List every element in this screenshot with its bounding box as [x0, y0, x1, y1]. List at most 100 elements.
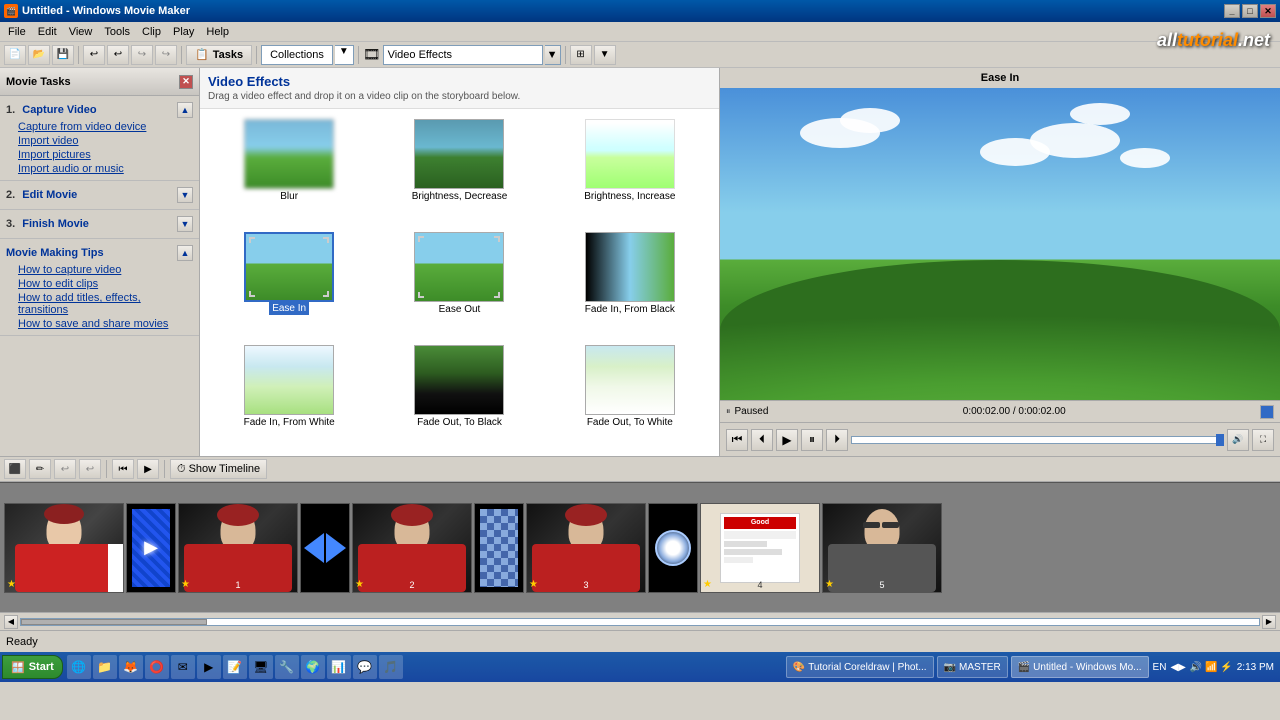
capture-video-header[interactable]: 1. Capture Video ▲ [6, 100, 193, 120]
minimize-button[interactable]: _ [1224, 4, 1240, 18]
storyboard-clip-5[interactable]: ★ 5 [822, 503, 942, 593]
scroll-track[interactable] [20, 618, 1260, 626]
quicklaunch-misc5[interactable]: 📊 [327, 655, 351, 679]
storyboard-btn-redo[interactable]: ↩ [79, 459, 101, 479]
pause-button[interactable]: ⏸ [801, 429, 823, 451]
view-btn-2[interactable]: ▼ [594, 45, 616, 65]
import-audio-link[interactable]: Import audio or music [6, 162, 193, 176]
scroll-right-btn[interactable]: ▶ [1262, 615, 1276, 629]
menu-file[interactable]: File [2, 24, 32, 40]
storyboard-clip-3[interactable]: ★ 3 [526, 503, 646, 593]
storyboard-btn-play[interactable]: ▶ [137, 459, 159, 479]
storyboard-clip-1[interactable]: ★ 1 [178, 503, 298, 593]
prev-frame-button[interactable]: ⏴ [751, 429, 773, 451]
storyboard-btn-2[interactable]: ✏ [29, 459, 51, 479]
effect-fadeout-to-white[interactable]: Fade Out, To White [549, 343, 711, 448]
titlebar-controls[interactable]: _ □ ✕ [1224, 4, 1276, 18]
undo2-button[interactable]: ↩ [107, 45, 129, 65]
quicklaunch-folder[interactable]: 📁 [93, 655, 117, 679]
quicklaunch-firefox[interactable]: 🦊 [119, 655, 143, 679]
preview-expand-btn[interactable] [1260, 405, 1274, 419]
menu-tools[interactable]: Tools [98, 24, 136, 40]
effect-blur[interactable]: Blur [208, 117, 370, 222]
movie-tasks-close[interactable]: ✕ [179, 75, 193, 89]
redo2-button[interactable]: ↪ [155, 45, 177, 65]
capture-from-device-link[interactable]: Capture from video device [6, 120, 193, 134]
scroll-thumb[interactable] [21, 619, 207, 625]
tips-arrow[interactable]: ▲ [177, 245, 193, 261]
menu-help[interactable]: Help [200, 24, 235, 40]
seek-thumb[interactable] [1216, 434, 1224, 446]
menu-view[interactable]: View [63, 24, 99, 40]
effect-ease-out[interactable]: Ease Out [378, 230, 540, 335]
edit-movie-header[interactable]: 2. Edit Movie ▼ [6, 185, 193, 205]
view-btn-1[interactable]: ⊞ [570, 45, 592, 65]
menu-edit[interactable]: Edit [32, 24, 63, 40]
transition-1[interactable]: ▶ [126, 503, 176, 593]
import-video-link[interactable]: Import video [6, 134, 193, 148]
seek-bar[interactable] [851, 436, 1224, 444]
transition-4[interactable] [648, 503, 698, 593]
taskbar-app-moviemaker[interactable]: 🎬 Untitled - Windows Mo... [1011, 656, 1149, 678]
tip-capture-link[interactable]: How to capture video [6, 263, 193, 277]
effect-fade-from-white[interactable]: Fade In, From White [208, 343, 370, 448]
effect-brightness-increase[interactable]: Brightness, Increase [549, 117, 711, 222]
menu-play[interactable]: Play [167, 24, 200, 40]
quicklaunch-misc2[interactable]: 🖥 [249, 655, 273, 679]
rewind-to-start-button[interactable]: ⏮ [726, 429, 748, 451]
effect-ease-in[interactable]: Ease In [208, 230, 370, 335]
storyboard-btn-undo[interactable]: ↩ [54, 459, 76, 479]
quicklaunch-misc6[interactable]: 💬 [353, 655, 377, 679]
quicklaunch-ie[interactable]: 🌐 [67, 655, 91, 679]
start-button[interactable]: 🪟 Start [2, 655, 63, 679]
effect-fadeout-to-black[interactable]: Fade Out, To Black [378, 343, 540, 448]
volume-button[interactable]: 🔊 [1227, 429, 1249, 451]
video-effects-dropdown-arrow[interactable]: ▼ [545, 45, 561, 65]
effect-brightness-decrease[interactable]: Brightness, Decrease [378, 117, 540, 222]
quicklaunch-misc1[interactable]: 📝 [223, 655, 247, 679]
tasks-button[interactable]: 📋 Tasks [186, 45, 252, 65]
collections-button[interactable]: Collections [261, 45, 333, 65]
fullscreen-button[interactable]: ⛶ [1252, 429, 1274, 451]
new-button[interactable]: 📄 [4, 45, 26, 65]
storyboard-clip-4[interactable]: Good ★ 4 [700, 503, 820, 593]
finish-arrow[interactable]: ▼ [177, 216, 193, 232]
quicklaunch-misc7[interactable]: 🎵 [379, 655, 403, 679]
show-timeline-button[interactable]: ⏱ Show Timeline [170, 459, 267, 479]
tip-save-link[interactable]: How to save and share movies [6, 317, 193, 331]
storyboard-clip-2[interactable]: ★ 2 [352, 503, 472, 593]
tip-edit-link[interactable]: How to edit clips [6, 277, 193, 291]
capture-arrow[interactable]: ▲ [177, 102, 193, 118]
taskbar-app-tutorial[interactable]: 🎨 Tutorial Coreldraw | Phot... [786, 656, 934, 678]
maximize-button[interactable]: □ [1242, 4, 1258, 18]
redo-button[interactable]: ↪ [131, 45, 153, 65]
transition-3[interactable] [474, 503, 524, 593]
finish-movie-header[interactable]: 3. Finish Movie ▼ [6, 214, 193, 234]
storyboard-scrollbar[interactable]: ◀ ▶ [0, 612, 1280, 630]
edit-arrow[interactable]: ▼ [177, 187, 193, 203]
transition-2[interactable] [300, 503, 350, 593]
video-effects-combo[interactable]: Video Effects [383, 45, 543, 65]
storyboard-btn-1[interactable]: ⬛ [4, 459, 26, 479]
storyboard-btn-prev[interactable]: ⏮ [112, 459, 134, 479]
close-button[interactable]: ✕ [1260, 4, 1276, 18]
effect-fade-from-black[interactable]: Fade In, From Black [549, 230, 711, 335]
quicklaunch-chrome[interactable]: ⭕ [145, 655, 169, 679]
quicklaunch-mail[interactable]: ✉ [171, 655, 195, 679]
import-pictures-link[interactable]: Import pictures [6, 148, 193, 162]
storyboard-clip-0[interactable]: ★ [4, 503, 124, 593]
menu-clip[interactable]: Clip [136, 24, 167, 40]
collections-dropdown[interactable]: ▼ [335, 45, 354, 65]
play-button[interactable]: ▶ [776, 429, 798, 451]
tips-header[interactable]: Movie Making Tips ▲ [6, 243, 193, 263]
scroll-left-btn[interactable]: ◀ [4, 615, 18, 629]
taskbar-app-master[interactable]: 📷 MASTER [937, 656, 1008, 678]
quicklaunch-misc3[interactable]: 🔧 [275, 655, 299, 679]
quicklaunch-misc4[interactable]: 🌍 [301, 655, 325, 679]
quicklaunch-media[interactable]: ▶ [197, 655, 221, 679]
open-button[interactable]: 📂 [28, 45, 50, 65]
undo-button[interactable]: ↩ [83, 45, 105, 65]
tip-titles-link[interactable]: How to add titles, effects, transitions [6, 291, 193, 317]
next-frame-button[interactable]: ⏵ [826, 429, 848, 451]
save-button[interactable]: 💾 [52, 45, 74, 65]
